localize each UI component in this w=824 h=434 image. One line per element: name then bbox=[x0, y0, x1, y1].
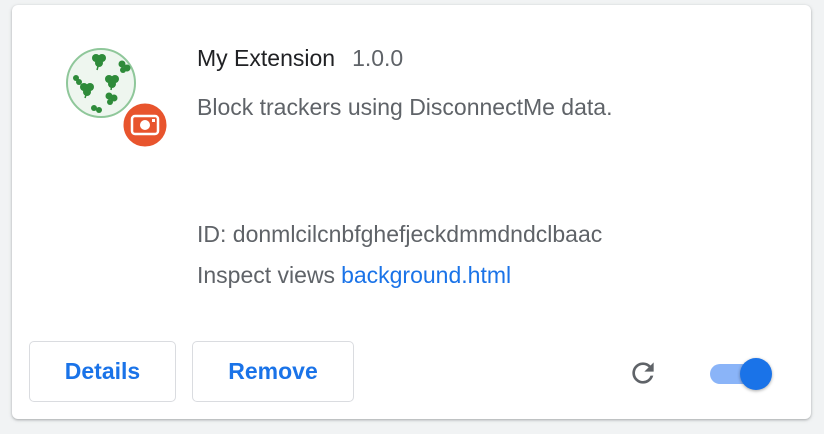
inspect-views-label: Inspect views bbox=[197, 262, 336, 288]
reload-icon bbox=[632, 362, 654, 384]
inspect-views: Inspect views background.html bbox=[197, 262, 511, 289]
camera-badge-icon bbox=[120, 100, 170, 150]
extension-id: ID: donmlcilcnbfghefjeckdmmdndclbaac bbox=[197, 221, 603, 247]
extension-description: Block trackers using DisconnectMe data. bbox=[197, 94, 613, 120]
extension-title-row: My Extension 1.0.0 bbox=[197, 45, 403, 75]
extension-icon bbox=[64, 46, 174, 156]
extension-card: My Extension 1.0.0 Block trackers using … bbox=[12, 5, 811, 419]
toggle-knob bbox=[740, 358, 772, 390]
extension-version: 1.0.0 bbox=[352, 45, 404, 71]
remove-button[interactable]: Remove bbox=[192, 341, 354, 402]
details-button[interactable]: Details bbox=[29, 341, 176, 402]
reload-button[interactable] bbox=[627, 357, 659, 389]
extension-name: My Extension bbox=[197, 45, 336, 71]
shamrock-extension-icon bbox=[66, 48, 170, 150]
inspect-background-link[interactable]: background.html bbox=[341, 262, 511, 288]
enable-toggle[interactable] bbox=[710, 357, 774, 390]
